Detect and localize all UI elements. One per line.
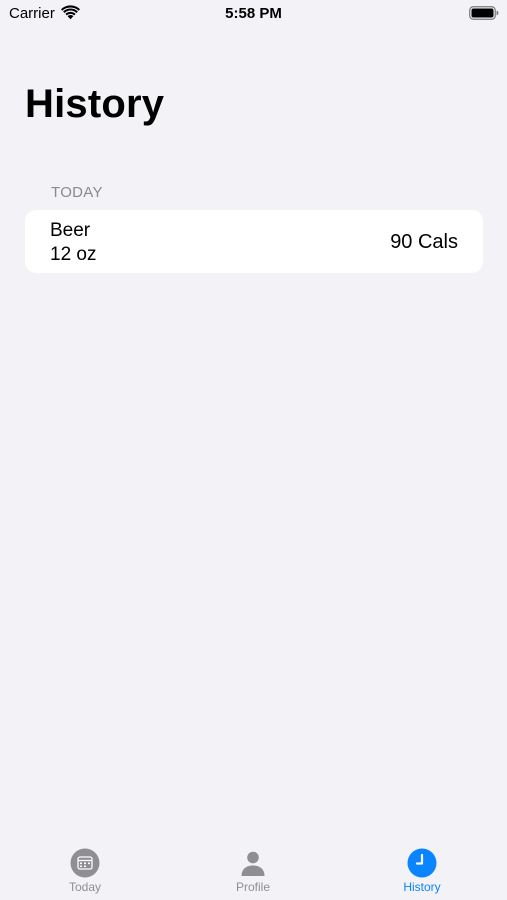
item-name: Beer xyxy=(50,220,91,241)
item-amount: 12 oz xyxy=(50,244,97,265)
tab-profile[interactable]: Profile xyxy=(193,840,313,900)
section-header-today: TODAY xyxy=(51,184,103,201)
tab-bar: Today Profile History xyxy=(0,840,507,900)
tab-today[interactable]: Today xyxy=(25,840,145,900)
tab-today-label: Today xyxy=(68,880,102,894)
calendar-icon xyxy=(70,848,100,878)
tab-history[interactable]: History xyxy=(362,840,482,900)
clock-icon xyxy=(407,848,437,878)
item-calories: 90 Cals xyxy=(390,231,458,253)
history-list: Beer 12 oz 90 Cals xyxy=(25,210,483,273)
tab-history-label: History xyxy=(403,880,441,894)
status-bar: Carrier 5:58 PM xyxy=(0,0,507,28)
page-title: History xyxy=(25,82,165,126)
status-time: 5:58 PM xyxy=(225,5,282,22)
tab-profile-label: Profile xyxy=(235,880,270,894)
person-icon xyxy=(241,851,265,876)
battery-icon xyxy=(469,6,499,20)
